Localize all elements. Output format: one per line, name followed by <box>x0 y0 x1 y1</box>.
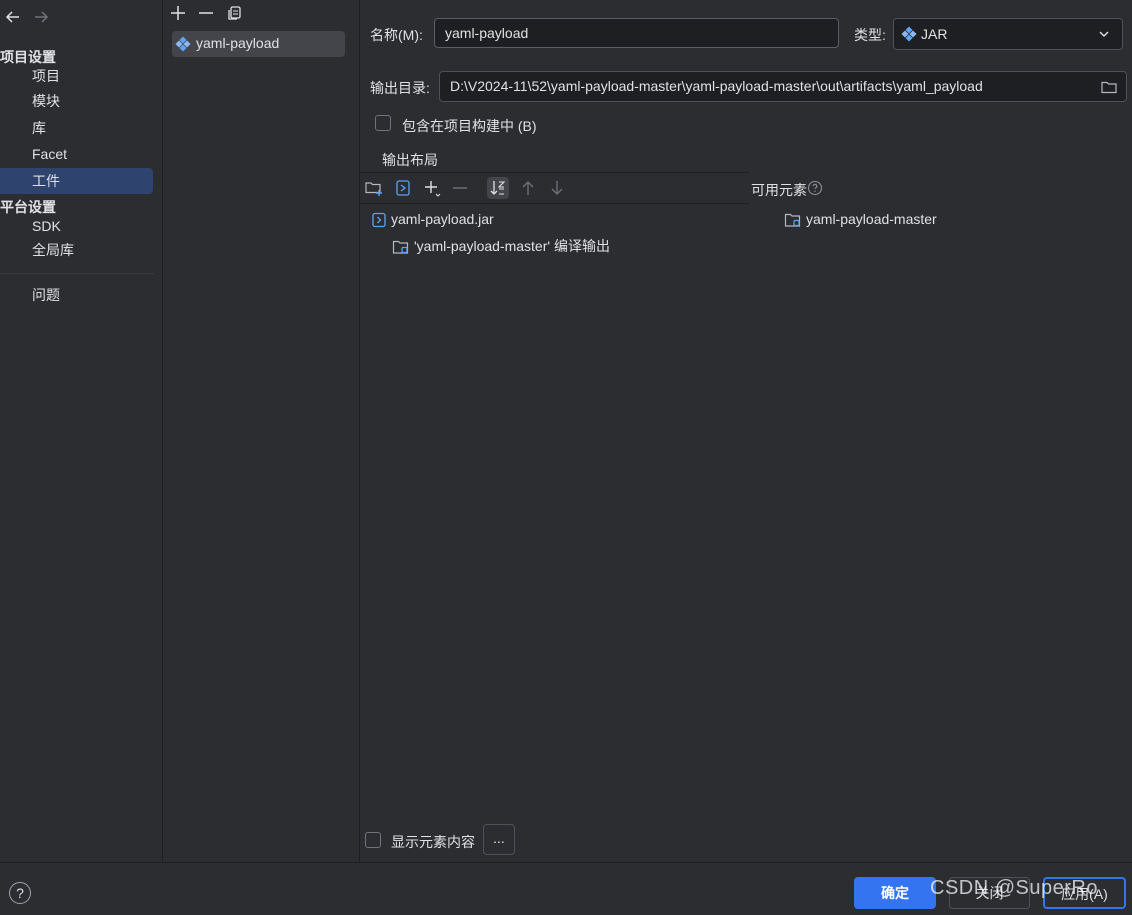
nav-item-sdk[interactable]: SDK <box>0 213 153 239</box>
add-directory-icon[interactable] <box>363 177 385 199</box>
layout-tree-row[interactable]: 'yaml-payload-master' 编译输出 <box>392 234 610 258</box>
forward-arrow-icon[interactable] <box>32 8 52 28</box>
output-layout-title: 输出布局 <box>382 152 438 168</box>
ok-button[interactable]: 确定 <box>854 877 936 909</box>
layout-tree-row-label: 'yaml-payload-master' 编译输出 <box>414 238 610 254</box>
layout-tree-row[interactable]: yaml-payload.jar <box>371 207 494 231</box>
available-element-label: yaml-payload-master <box>806 211 937 227</box>
copy-icon[interactable] <box>224 2 246 24</box>
chevron-down-icon <box>1098 28 1110 40</box>
sort-icon[interactable] <box>487 177 509 199</box>
help-button[interactable]: ? <box>9 882 31 904</box>
add-element-icon[interactable] <box>421 177 443 199</box>
type-label: 类型: <box>854 27 886 43</box>
module-folder-icon <box>392 239 410 255</box>
output-dir-value: D:\V2024-11\52\yaml-payload-master\yaml-… <box>450 78 983 94</box>
name-label: 名称(M): <box>370 27 423 43</box>
available-elements-label: 可用元素 <box>751 182 807 198</box>
back-arrow-icon[interactable] <box>4 8 24 28</box>
show-content-label: 显示元素内容 <box>391 834 475 850</box>
available-element-row[interactable]: yaml-payload-master <box>784 207 937 231</box>
include-in-build-checkbox[interactable] <box>375 115 391 131</box>
artifact-list-item[interactable]: yaml-payload <box>172 31 345 57</box>
dialog-footer: ? 确定 关闭 应用(A) CSDN @SuperRo <box>0 862 1132 915</box>
output-dir-input[interactable]: D:\V2024-11\52\yaml-payload-master\yaml-… <box>439 71 1127 102</box>
remove-element-icon[interactable] <box>449 177 471 199</box>
add-icon[interactable] <box>167 2 189 24</box>
artifact-icon <box>175 36 191 52</box>
nav-item-problems[interactable]: 问题 <box>0 282 153 308</box>
remove-icon[interactable] <box>195 2 217 24</box>
include-in-build-label: 包含在项目构建中 (B) <box>402 118 537 134</box>
artifact-list-panel: yaml-payload <box>163 0 360 862</box>
settings-nav: 项目设置 项目 模块 库 Facet 工件 平台设置 SDK 全局库 问题 <box>0 0 163 862</box>
nav-item-artifacts[interactable]: 工件 <box>0 168 153 194</box>
artifact-list-item-label: yaml-payload <box>196 35 280 51</box>
name-input[interactable] <box>434 18 839 48</box>
type-select[interactable]: JAR <box>893 18 1123 50</box>
nav-item-modules[interactable]: 模块 <box>0 88 153 114</box>
nav-item-project[interactable]: 项目 <box>0 63 153 89</box>
nav-item-facet[interactable]: Facet <box>0 141 153 167</box>
archive-icon[interactable] <box>392 177 414 199</box>
jar-icon <box>371 212 387 228</box>
jar-type-icon <box>901 26 917 42</box>
type-select-value: JAR <box>921 26 948 42</box>
help-circle-icon[interactable] <box>807 180 823 196</box>
output-layout-toolbar <box>360 172 750 204</box>
browse-folder-icon[interactable] <box>1100 78 1118 96</box>
more-options-button[interactable]: ... <box>483 824 515 855</box>
move-up-icon[interactable] <box>517 177 539 199</box>
nav-divider <box>0 273 154 274</box>
output-dir-label: 输出目录: <box>370 80 430 96</box>
nav-item-libraries[interactable]: 库 <box>0 115 153 141</box>
move-down-icon[interactable] <box>546 177 568 199</box>
nav-item-global-libraries[interactable]: 全局库 <box>0 237 153 263</box>
artifact-config-panel: 名称(M): 类型: JAR 输出目录: D:\V2024-11\52\yaml… <box>360 0 1132 862</box>
layout-tree-row-label: yaml-payload.jar <box>391 211 494 227</box>
show-content-checkbox[interactable] <box>365 832 381 848</box>
watermark: CSDN @SuperRo <box>930 877 1098 899</box>
module-folder-icon <box>784 212 802 228</box>
